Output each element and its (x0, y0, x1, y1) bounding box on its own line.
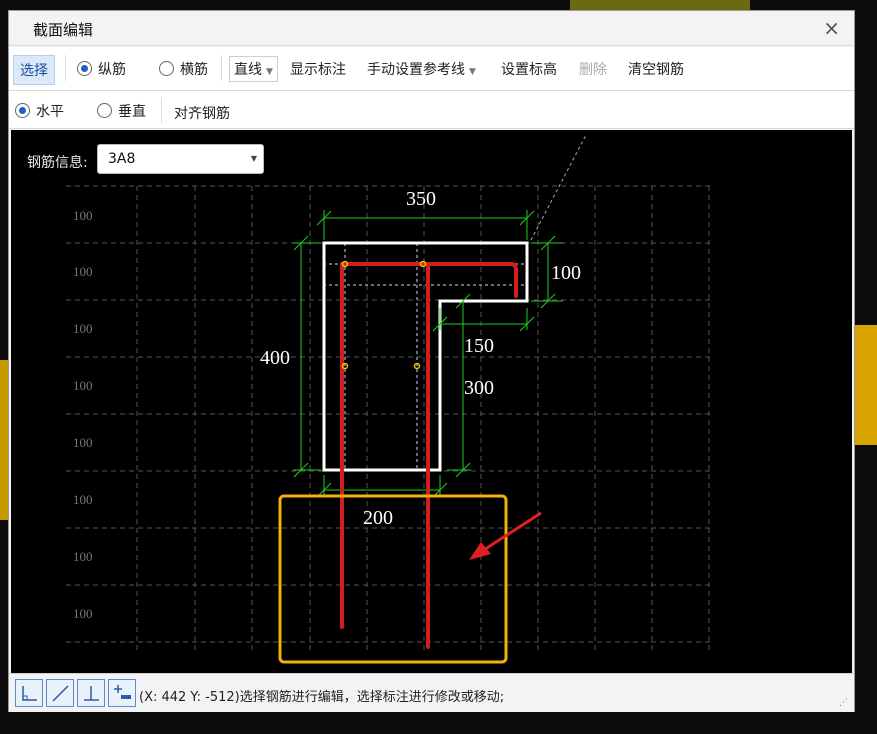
divider (221, 55, 222, 81)
drawing-canvas[interactable]: 100 100 100 100 100 100 100 100 350 100 … (11, 130, 852, 673)
grid-label: 100 (73, 549, 93, 564)
diagonal-line-icon (52, 685, 69, 702)
rebar-info-select[interactable]: 3A8 ▼ (97, 144, 264, 174)
grid-label: 100 (73, 378, 93, 393)
align-rebar-button[interactable]: 对齐钢筋 (174, 103, 230, 123)
chevron-down-icon: ▼ (266, 67, 273, 77)
horizontal-label: 水平 (36, 104, 64, 120)
grid-label: 100 (73, 492, 93, 507)
line-type-dropdown[interactable]: 直线 ▼ (229, 56, 278, 82)
section-edit-dialog: 截面编辑 × 选择 纵筋 横筋 直线 ▼ 显示标注 手动设置参考线 ▼ 设置标高 删… (8, 10, 855, 712)
rebar-info-value: 3A8 (108, 151, 136, 167)
dim-total-height[interactable]: 400 (260, 347, 290, 369)
dialog-title: 截面编辑 (33, 21, 94, 39)
line-type-label: 直线 (234, 62, 262, 78)
transverse-rebar-radio[interactable]: 横筋 (159, 59, 208, 79)
add-point-button[interactable] (108, 679, 136, 707)
orientation-toolbar: 水平 垂直 对齐钢筋 (9, 91, 854, 129)
grid (66, 185, 711, 650)
clear-rebar-button[interactable]: 清空钢筋 (628, 59, 684, 79)
grid-label: 100 (73, 435, 93, 450)
radio-checked-icon (77, 61, 92, 76)
chevron-down-icon: ▼ (250, 154, 257, 163)
dimension-texts: 350 100 400 150 300 200 (260, 188, 581, 529)
delete-button[interactable]: 删除 (579, 59, 607, 79)
radio-checked-icon (15, 103, 30, 118)
rebar-info-label: 钢筋信息: (27, 155, 88, 171)
radio-unchecked-icon (159, 61, 174, 76)
main-toolbar: 选择 纵筋 横筋 直线 ▼ 显示标注 手动设置参考线 ▼ 设置标高 删除 清空钢筋 (9, 47, 854, 91)
dim-top-width[interactable]: 350 (406, 188, 436, 210)
perpendicular-snap-button[interactable] (77, 679, 105, 707)
grid-label: 100 (73, 208, 93, 223)
dim-web-height[interactable]: 300 (464, 377, 494, 399)
title-bar: 截面编辑 × (9, 11, 854, 46)
manual-ref-line-dropdown[interactable]: 手动设置参考线 ▼ (367, 59, 476, 79)
rebar-points[interactable] (341, 260, 427, 370)
dim-bottom-width[interactable]: 200 (363, 507, 393, 529)
plus-snap-icon (114, 685, 131, 699)
reference-line (530, 134, 587, 241)
orthogonal-mode-button[interactable] (15, 679, 43, 707)
divider (65, 55, 66, 81)
status-bar: (X: 442 Y: -512)选择钢筋进行编辑，选择标注进行修改或移动; ⋰ (9, 673, 854, 712)
section-drawing[interactable]: 100 100 100 100 100 100 100 100 350 100 … (11, 130, 852, 673)
grid-label: 100 (73, 264, 93, 279)
vertical-label: 垂直 (118, 104, 146, 120)
set-elevation-button[interactable]: 设置标高 (501, 59, 557, 79)
polar-mode-button[interactable] (46, 679, 74, 707)
dim-web-offset[interactable]: 150 (464, 335, 494, 357)
chevron-down-icon: ▼ (469, 67, 476, 77)
radio-unchecked-icon (97, 103, 112, 118)
manual-ref-line-label: 手动设置参考线 (367, 62, 465, 78)
vertical-radio[interactable]: 垂直 (97, 101, 146, 121)
dim-flange-height[interactable]: 100 (551, 262, 581, 284)
highlight-box (278, 494, 508, 664)
select-button[interactable]: 选择 (13, 55, 55, 85)
close-icon[interactable]: × (823, 16, 840, 40)
background-shape (855, 325, 877, 445)
resize-grip-icon[interactable]: ⋰ (839, 698, 848, 708)
longitudinal-rebar-radio[interactable]: 纵筋 (77, 59, 126, 79)
grid-label: 100 (73, 321, 93, 336)
status-text: (X: 442 Y: -512)选择钢筋进行编辑，选择标注进行修改或移动; (139, 690, 505, 705)
longitudinal-label: 纵筋 (98, 62, 126, 78)
orthogonal-icon (22, 686, 37, 701)
rebar-group[interactable] (340, 262, 518, 649)
show-annotation-button[interactable]: 显示标注 (290, 59, 346, 79)
divider (161, 97, 162, 123)
transverse-label: 横筋 (180, 62, 208, 78)
inner-guides (323, 243, 527, 470)
perpendicular-icon (84, 686, 99, 701)
grid-label: 100 (73, 606, 93, 621)
horizontal-radio[interactable]: 水平 (15, 101, 64, 121)
